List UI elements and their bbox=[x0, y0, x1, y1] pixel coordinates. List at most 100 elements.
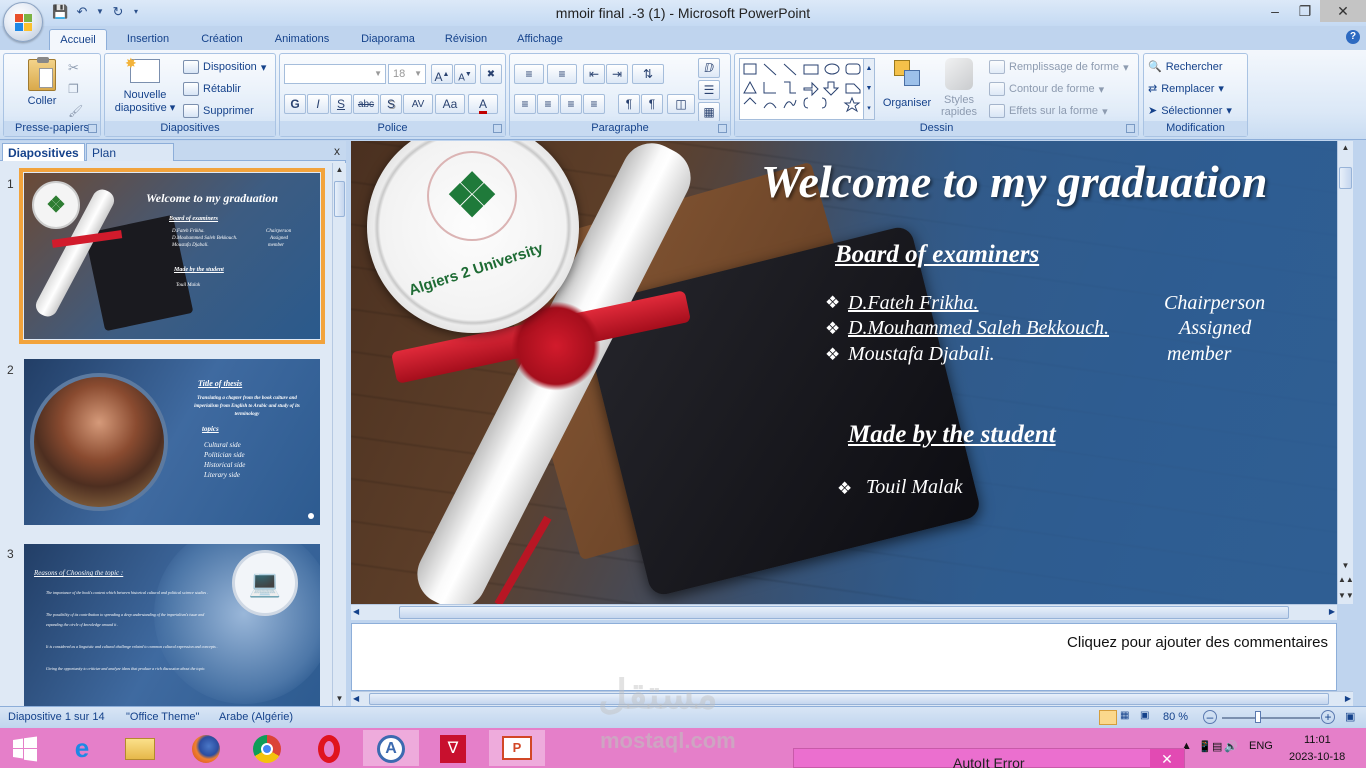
underline-button[interactable]: S bbox=[330, 94, 352, 114]
thumbnail-slide-2[interactable]: Title of thesis Translating a chapter fr… bbox=[24, 359, 320, 525]
tab-animations[interactable]: Animations bbox=[266, 29, 338, 50]
tab-creation[interactable]: Création bbox=[193, 29, 251, 50]
italic-button[interactable]: I bbox=[307, 94, 329, 114]
notes-pane[interactable]: Cliquez pour ajouter des commentaires bbox=[351, 623, 1337, 691]
tab-outline[interactable]: Plan bbox=[86, 143, 174, 161]
find-button[interactable]: 🔍 Rechercher bbox=[1148, 60, 1223, 74]
select-button[interactable]: ➤ Sélectionner ▾ bbox=[1148, 104, 1232, 118]
bullets-button[interactable]: ≡ bbox=[514, 64, 544, 84]
paste-button[interactable]: Coller bbox=[22, 57, 62, 107]
autoit-error-window[interactable]: AutoIt Error ✕ bbox=[793, 748, 1185, 768]
thumbnail-scroll-thumb[interactable] bbox=[334, 181, 345, 217]
slide-sorter-icon[interactable]: ▦ bbox=[1120, 710, 1138, 725]
layout-button[interactable]: Disposition ▾ bbox=[183, 60, 266, 74]
shape-effects-button[interactable]: Effets sur la forme ▾ bbox=[989, 104, 1108, 118]
change-case-button[interactable]: Aa bbox=[435, 94, 465, 114]
font-family-combo[interactable]: ▼ bbox=[284, 64, 386, 84]
bold-button[interactable]: G bbox=[284, 94, 306, 114]
examiner-name-1[interactable]: D.Fateh Frikha. bbox=[848, 292, 979, 315]
cut-icon[interactable]: ✂ bbox=[68, 60, 79, 76]
tab-accueil[interactable]: Accueil bbox=[49, 29, 107, 50]
language-indicator[interactable]: Arabe (Algérie) bbox=[219, 711, 293, 723]
hscroll-right-arrow[interactable]: ▶ bbox=[1329, 607, 1335, 616]
taskbar-firefox[interactable] bbox=[181, 730, 231, 766]
zoom-out-icon[interactable]: – bbox=[1203, 710, 1217, 724]
help-icon[interactable]: ? bbox=[1346, 30, 1360, 44]
align-right-button[interactable]: ≡ bbox=[560, 94, 582, 114]
taskbar-acrobat[interactable]: ∇ bbox=[428, 730, 478, 766]
taskbar-powerpoint[interactable]: P bbox=[489, 730, 545, 766]
replace-button[interactable]: ⇄ Remplacer ▾ bbox=[1148, 82, 1224, 96]
slide-vertical-scrollbar[interactable]: ▲ ▲▲ ▼▼ ▼ bbox=[1337, 141, 1354, 604]
normal-view-icon[interactable] bbox=[1099, 710, 1117, 725]
office-button[interactable] bbox=[3, 2, 43, 42]
tray-language[interactable]: ENG bbox=[1249, 740, 1273, 752]
shapes-gallery[interactable]: ▲ ▼ ▾ bbox=[739, 58, 875, 120]
taskbar-opera[interactable] bbox=[304, 730, 354, 766]
copy-icon[interactable]: ❐ bbox=[68, 82, 79, 96]
slide-scroll-thumb[interactable] bbox=[1339, 167, 1352, 189]
theme-name[interactable]: "Office Theme" bbox=[126, 711, 199, 723]
shrink-font-button[interactable]: A▼ bbox=[454, 64, 476, 84]
char-spacing-button[interactable]: AV bbox=[403, 94, 433, 114]
drawing-launcher[interactable] bbox=[1126, 124, 1135, 133]
smartart-button[interactable]: ▦ bbox=[698, 102, 720, 122]
thumbnail-scrollbar[interactable]: ▲ ▼ bbox=[332, 163, 346, 706]
notes-scroll-right-arrow[interactable]: ▶ bbox=[1345, 694, 1351, 703]
notes-scroll-left-arrow[interactable]: ◀ bbox=[353, 694, 359, 703]
examiner-role-2[interactable]: Assigned bbox=[1179, 317, 1251, 340]
shape-outline-button[interactable]: Contour de forme ▾ bbox=[989, 82, 1104, 96]
align-text-button[interactable]: ☰ bbox=[698, 80, 720, 100]
taskbar-chrome[interactable] bbox=[242, 730, 292, 766]
thumbnail-slide-3[interactable]: 💻 Reasons of Choosing the topic : The im… bbox=[24, 544, 320, 706]
shadow-button[interactable]: S bbox=[380, 94, 402, 114]
minimize-button[interactable]: – bbox=[1260, 0, 1290, 22]
decrease-indent-button[interactable]: ⇤ bbox=[583, 64, 605, 84]
scroll-down-arrow[interactable]: ▼ bbox=[333, 692, 346, 706]
examiner-name-2[interactable]: D.Mouhammed Saleh Bekkouch. bbox=[848, 317, 1109, 340]
tray-date[interactable]: 2023-10-18 bbox=[1289, 751, 1345, 763]
previous-slide-icon[interactable]: ▲▲ bbox=[1338, 573, 1354, 587]
scroll-up-arrow[interactable]: ▲ bbox=[333, 163, 346, 177]
student-name[interactable]: Touil Malak bbox=[866, 476, 963, 499]
columns-button[interactable]: ◫ bbox=[667, 94, 695, 114]
new-slide-button[interactable]: ✸ Nouvelle diapositive ▾ bbox=[109, 55, 181, 114]
zoom-in-icon[interactable]: + bbox=[1321, 710, 1335, 724]
zoom-level[interactable]: 80 % bbox=[1163, 711, 1188, 723]
clipboard-launcher[interactable] bbox=[88, 124, 97, 133]
examiner-name-3[interactable]: Moustafa Djabali. bbox=[848, 343, 995, 366]
arrange-button[interactable]: Organiser bbox=[877, 58, 937, 109]
slide-canvas[interactable]: ❖ Algiers 2 University Welcome to my gra… bbox=[351, 141, 1337, 604]
zoom-slider[interactable] bbox=[1222, 717, 1320, 719]
line-spacing-button[interactable]: ⇅ bbox=[632, 64, 664, 84]
tray-time[interactable]: 11:01 bbox=[1304, 734, 1331, 746]
notes-scroll-thumb[interactable] bbox=[369, 693, 1329, 705]
strikethrough-button[interactable]: abc bbox=[353, 94, 379, 114]
tab-diaporama[interactable]: Diaporama bbox=[353, 29, 423, 50]
font-launcher[interactable] bbox=[493, 124, 502, 133]
slideshow-icon[interactable]: ▣ bbox=[1140, 710, 1158, 725]
maximize-button[interactable]: ❐ bbox=[1290, 0, 1320, 22]
hscroll-left-arrow[interactable]: ◀ bbox=[353, 607, 359, 616]
quick-styles-button[interactable]: Styles rapides bbox=[937, 58, 981, 118]
hscroll-thumb[interactable] bbox=[399, 606, 1289, 619]
next-slide-icon[interactable]: ▼▼ bbox=[1338, 589, 1354, 603]
panel-close-icon[interactable]: x bbox=[334, 144, 340, 158]
examiner-role-1[interactable]: Chairperson bbox=[1164, 292, 1265, 315]
increase-indent-button[interactable]: ⇥ bbox=[606, 64, 628, 84]
fit-to-window-icon[interactable]: ▣ bbox=[1345, 710, 1361, 725]
font-color-button[interactable]: A bbox=[468, 94, 498, 114]
gallery-scroll[interactable]: ▲ ▼ ▾ bbox=[863, 59, 874, 119]
slide-horizontal-scrollbar[interactable]: ◀ ▶ bbox=[351, 604, 1337, 620]
tray-device-icon[interactable]: 📱 bbox=[1198, 740, 1212, 753]
thumbnail-slide-1[interactable]: ❖ Welcome to my graduation Board of exam… bbox=[19, 168, 325, 344]
numbering-button[interactable]: ≡ bbox=[547, 64, 577, 84]
slide-title[interactable]: Welcome to my graduation bbox=[761, 155, 1267, 208]
autoit-close-button[interactable]: ✕ bbox=[1150, 749, 1184, 768]
align-left-button[interactable]: ≡ bbox=[514, 94, 536, 114]
start-button[interactable] bbox=[0, 730, 50, 766]
tab-insertion[interactable]: Insertion bbox=[118, 29, 178, 50]
examiner-role-3[interactable]: member bbox=[1167, 343, 1231, 366]
slide-scroll-up-arrow[interactable]: ▲ bbox=[1338, 141, 1353, 155]
taskbar-explorer[interactable] bbox=[115, 730, 165, 766]
